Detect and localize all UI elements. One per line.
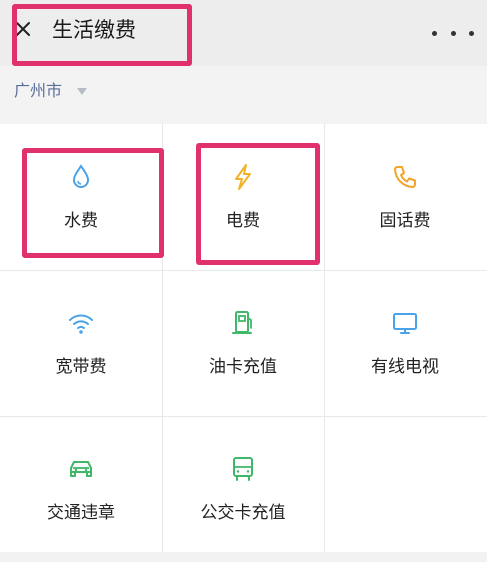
service-broadband[interactable]: 宽带费	[0, 270, 162, 416]
service-label: 油卡充值	[209, 357, 277, 377]
service-label: 公交卡充值	[200, 503, 286, 523]
service-bus-card[interactable]: 公交卡充值	[162, 416, 324, 562]
service-traffic-violation[interactable]: 交通违章	[0, 416, 162, 562]
service-label: 固话费	[379, 211, 431, 231]
car-icon	[66, 454, 96, 484]
more-icon-dot	[432, 30, 437, 36]
service-label: 交通违章	[47, 503, 115, 523]
service-label: 宽带费	[55, 357, 107, 377]
more-icon-dot	[469, 30, 474, 36]
wifi-icon	[66, 308, 96, 338]
highlight-box-title	[12, 4, 192, 66]
city-row	[0, 66, 487, 124]
service-label: 有线电视	[371, 357, 439, 377]
fuel-pump-icon	[228, 308, 258, 338]
caret-down-icon[interactable]	[77, 88, 87, 95]
tv-icon	[390, 308, 420, 338]
city-selector[interactable]: 广州市	[14, 80, 62, 102]
service-fuel-card[interactable]: 油卡充值	[162, 270, 324, 416]
phone-icon	[390, 162, 420, 192]
bus-icon	[228, 454, 258, 484]
highlight-box-electricity	[196, 143, 320, 265]
more-button[interactable]	[432, 26, 474, 40]
service-landline[interactable]: 固话费	[324, 124, 486, 270]
more-icon-dot	[450, 30, 456, 36]
highlight-box-water	[22, 148, 164, 258]
service-cable-tv[interactable]: 有线电视	[324, 270, 486, 416]
